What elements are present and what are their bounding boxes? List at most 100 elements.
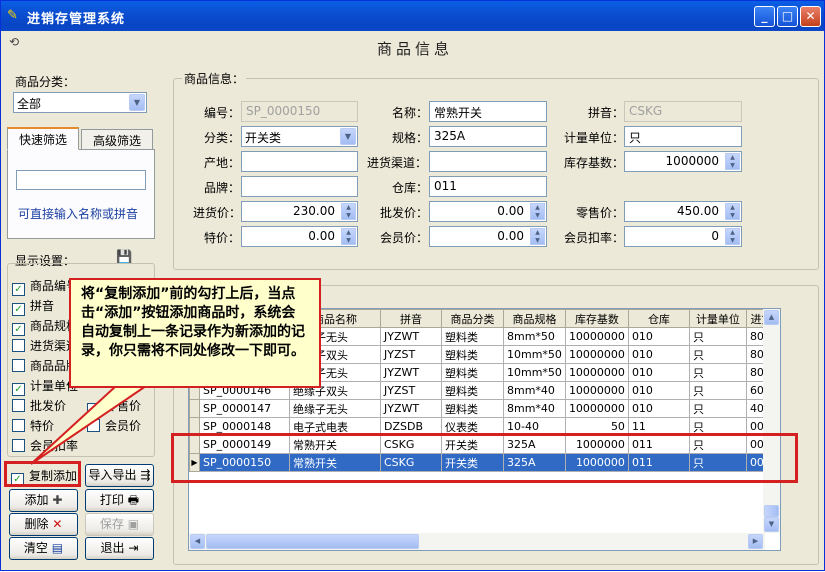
table-cell[interactable]: 只 [688, 363, 747, 382]
table-cell[interactable]: 010 [627, 381, 690, 400]
scroll-up-icon[interactable]: ▲ [764, 310, 779, 325]
table-cell[interactable]: 10mm*50 [503, 345, 566, 364]
exit-button[interactable]: 退出 ⇥ [85, 537, 154, 560]
pinyin-label: 拼音： [588, 106, 625, 120]
scroll-right-icon[interactable]: ▶ [748, 534, 763, 549]
filter-input[interactable] [16, 170, 146, 190]
table-cell[interactable]: 010 [627, 345, 690, 364]
print-button[interactable]: 打印 🖶 [85, 489, 154, 512]
table-cell[interactable]: 只 [688, 381, 747, 400]
close-button[interactable]: ✕ [800, 6, 821, 27]
maximize-button[interactable]: □ [777, 6, 798, 27]
horizontal-scrollbar[interactable]: ◀ ▶ [189, 533, 765, 550]
table-cell[interactable]: 塑料类 [441, 345, 504, 364]
table-cell[interactable]: 10mm*50 [503, 363, 566, 382]
base-stock-field[interactable]: 1000000 ▲ ▼ [624, 151, 742, 172]
option-special[interactable]: 特价 [12, 417, 54, 434]
brand-field[interactable] [241, 176, 358, 197]
save-button[interactable]: 保存 ▣ [85, 513, 154, 536]
column-header[interactable]: 商品分类 [441, 309, 504, 328]
table-cell[interactable]: JYZWT [380, 327, 442, 346]
warehouse-field[interactable]: 011 [429, 176, 547, 197]
table-cell[interactable]: 010 [627, 327, 690, 346]
refresh-icon[interactable]: ⟲ [9, 35, 19, 49]
table-cell[interactable]: 010 [627, 363, 690, 382]
table-cell[interactable]: 8mm*40 [503, 399, 566, 418]
product-info-title: 商品信息： [182, 70, 247, 87]
category-field[interactable]: 开关类 ▼ [241, 126, 358, 147]
delete-button[interactable]: 删除 ✕ [9, 513, 78, 536]
name-field[interactable]: 常熟开关 [429, 101, 547, 122]
table-cell[interactable]: 塑料类 [441, 381, 504, 400]
import-export-button[interactable]: 导入导出 ⇶ [85, 464, 154, 487]
table-cell[interactable]: 10000000 [564, 399, 629, 418]
spinner-icon: ▲ ▼ [341, 228, 356, 245]
table-cell[interactable]: SP_0000147 [199, 399, 290, 418]
option-member-price[interactable]: 会员价 [87, 417, 141, 434]
table-cell[interactable]: 塑料类 [441, 363, 504, 382]
table-cell[interactable]: 绝缘子无头 [289, 399, 381, 418]
chevron-down-icon[interactable]: ▼ [340, 128, 356, 145]
horizontal-scroll-thumb[interactable] [206, 534, 419, 549]
purchase-price-field[interactable]: 230.00 ▲ ▼ [241, 201, 358, 222]
table-row[interactable]: SP_0000147 绝缘子无头 JYZWT 塑料类 8mm*40 10000000 010… [189, 399, 777, 418]
retail-price-field[interactable]: 450.00 ▲ ▼ [624, 201, 742, 222]
retail-price-label: 零售价： [576, 206, 625, 220]
table-cell[interactable]: 010 [627, 399, 690, 418]
table-cell[interactable]: JYZWT [380, 399, 442, 418]
member-price-label: 会员价： [380, 231, 429, 245]
table-cell[interactable]: 10000000 [564, 363, 629, 382]
table-cell[interactable]: JYZST [380, 345, 442, 364]
member-price-field[interactable]: 0.00 ▲ ▼ [429, 226, 547, 247]
channel-field[interactable] [429, 151, 547, 172]
table-cell[interactable]: 10000000 [564, 345, 629, 364]
member-rate-label: 会员扣率： [564, 231, 625, 245]
column-header[interactable]: 仓库 [627, 309, 690, 328]
unit-label: 计量单位： [564, 131, 625, 145]
member-rate-field[interactable]: 0 ▲ ▼ [624, 226, 742, 247]
vertical-scrollbar[interactable]: ▲ ▼ [763, 309, 780, 533]
title-bar[interactable]: ✎ 进销存管理系统 _ □ ✕ [1, 1, 824, 31]
table-cell[interactable]: 10000000 [564, 327, 629, 346]
table-cell[interactable]: JYZWT [380, 363, 442, 382]
option-wholesale[interactable]: 批发价 [12, 397, 66, 414]
chevron-down-icon[interactable]: ▼ [129, 94, 145, 111]
add-button[interactable]: 添加 ✚ [9, 489, 78, 512]
origin-field[interactable] [241, 151, 358, 172]
minimize-button[interactable]: _ [754, 6, 775, 27]
scroll-left-icon[interactable]: ◀ [190, 534, 205, 549]
table-cell[interactable]: 8mm*40 [503, 381, 566, 400]
column-header[interactable]: 库存基数 [564, 309, 629, 328]
table-cell[interactable]: 塑料类 [441, 327, 504, 346]
save-icon: ▣ [127, 517, 140, 531]
spec-field[interactable]: 325A [429, 126, 547, 147]
table-cell[interactable]: 只 [688, 327, 747, 346]
wholesale-price-field[interactable]: 0.00 ▲ ▼ [429, 201, 547, 222]
column-header[interactable]: 计量单位 [688, 309, 747, 328]
table-cell[interactable]: 只 [688, 345, 747, 364]
table-cell[interactable]: 塑料类 [441, 399, 504, 418]
tab-advanced-filter[interactable]: 高级筛选 [81, 129, 153, 149]
highlight-copy-add [4, 461, 81, 487]
clear-icon: ▤ [51, 541, 64, 555]
option-retail[interactable]: ✓ 零售价 [87, 397, 141, 416]
spinner-icon: ▲ ▼ [530, 228, 545, 245]
option-pinyin[interactable]: ✓ 拼音 [12, 297, 54, 316]
option-member-rate[interactable]: 会员扣率 [12, 437, 78, 454]
category-select[interactable]: 全部 ▼ [13, 92, 147, 113]
table-cell[interactable]: JYZST [380, 381, 442, 400]
column-header[interactable]: 拼音 [380, 309, 442, 328]
column-header[interactable]: 商品规格 [503, 309, 566, 328]
code-field[interactable]: SP_0000150 [241, 101, 358, 122]
row-indicator[interactable] [189, 399, 200, 418]
scroll-down-icon[interactable]: ▼ [764, 517, 779, 532]
tab-quick-filter[interactable]: 快速筛选 [7, 127, 79, 150]
table-cell[interactable]: 8mm*50 [503, 327, 566, 346]
clear-button[interactable]: 清空 ▤ [9, 537, 78, 560]
unit-field[interactable]: 只 [624, 126, 742, 147]
special-price-field[interactable]: 0.00 ▲ ▼ [241, 226, 358, 247]
table-cell[interactable]: 只 [688, 399, 747, 418]
table-cell[interactable]: 10000000 [564, 381, 629, 400]
vertical-scroll-thumb[interactable] [764, 505, 779, 517]
pinyin-field[interactable]: CSKG [624, 101, 742, 122]
